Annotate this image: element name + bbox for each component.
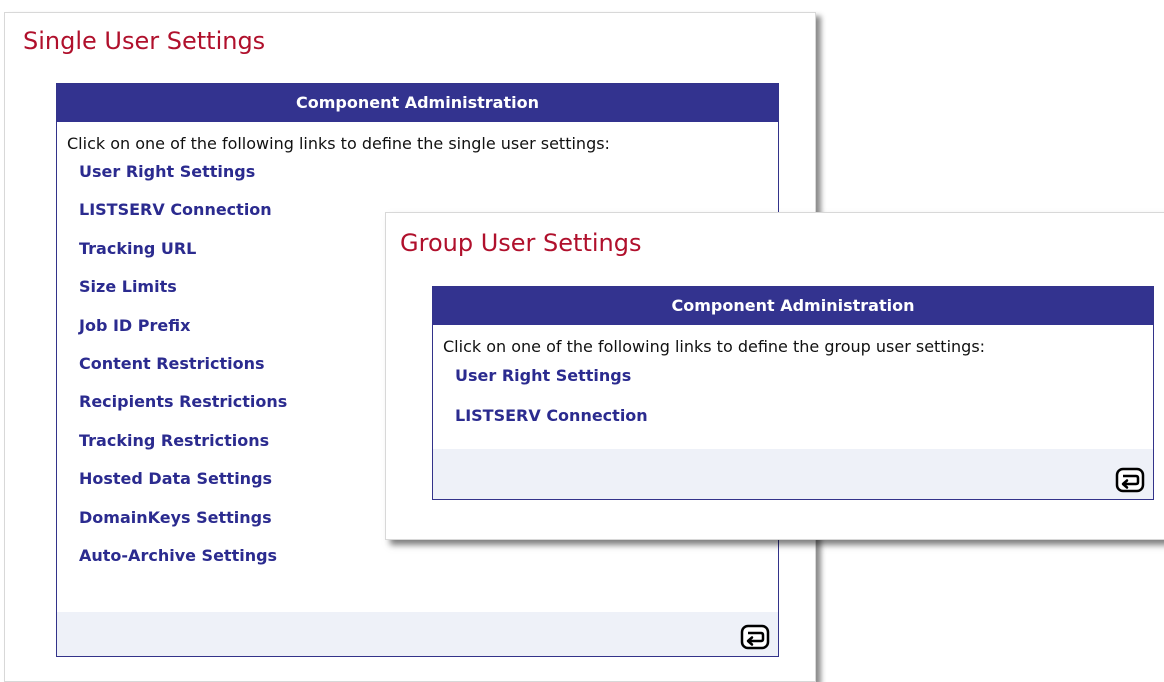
link-listserv-connection[interactable]: LISTSERV Connection (79, 200, 272, 219)
single-component-administration-header: Component Administration (57, 84, 778, 122)
group-settings-link-list: User Right Settings LISTSERV Connection (433, 356, 1153, 436)
list-item: LISTSERV Connection (433, 396, 1153, 436)
link-tracking-url[interactable]: Tracking URL (79, 239, 196, 258)
back-button[interactable] (1115, 467, 1145, 493)
return-arrow-icon (740, 624, 770, 650)
group-component-administration-box: Component Administration Click on one of… (432, 286, 1154, 500)
single-instruction-text: Click on one of the following links to d… (67, 134, 610, 153)
group-user-settings-panel: Group User Settings Component Administra… (385, 212, 1164, 540)
link-recipients-restrictions[interactable]: Recipients Restrictions (79, 392, 287, 411)
group-instruction-text: Click on one of the following links to d… (443, 337, 986, 356)
single-user-settings-title: Single User Settings (23, 27, 266, 55)
link-tracking-restrictions[interactable]: Tracking Restrictions (79, 431, 269, 450)
group-admin-footer (433, 449, 1153, 499)
link-user-right-settings[interactable]: User Right Settings (455, 366, 631, 385)
link-auto-archive-settings[interactable]: Auto-Archive Settings (79, 546, 277, 565)
link-size-limits[interactable]: Size Limits (79, 277, 177, 296)
list-item: User Right Settings (57, 153, 778, 191)
single-admin-footer (57, 612, 778, 656)
group-component-administration-header: Component Administration (433, 287, 1153, 325)
list-item: User Right Settings (433, 356, 1153, 396)
link-job-id-prefix[interactable]: Job ID Prefix (79, 316, 190, 335)
link-listserv-connection[interactable]: LISTSERV Connection (455, 406, 648, 425)
link-user-right-settings[interactable]: User Right Settings (79, 162, 255, 181)
link-domainkeys-settings[interactable]: DomainKeys Settings (79, 508, 272, 527)
group-user-settings-title: Group User Settings (400, 229, 642, 257)
link-content-restrictions[interactable]: Content Restrictions (79, 354, 264, 373)
list-item: Auto-Archive Settings (57, 537, 778, 575)
link-hosted-data-settings[interactable]: Hosted Data Settings (79, 469, 272, 488)
back-button[interactable] (740, 624, 770, 650)
return-arrow-icon (1115, 467, 1145, 493)
